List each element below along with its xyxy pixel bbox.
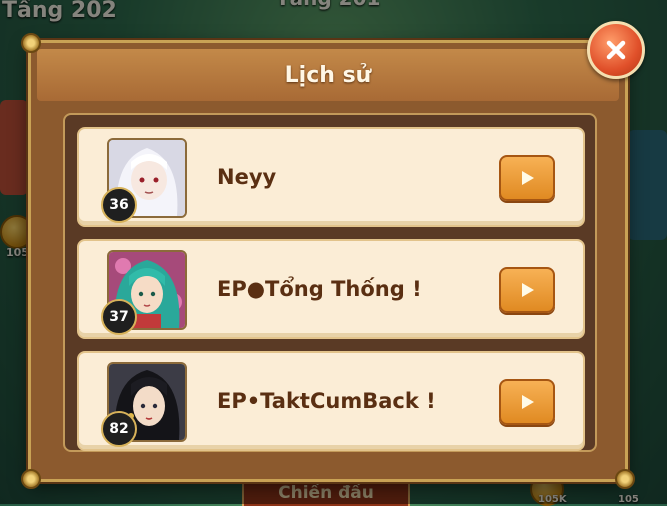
level-badge: 36	[101, 187, 137, 223]
replay-button[interactable]	[499, 267, 555, 313]
close-button[interactable]	[587, 21, 645, 79]
player-name: Neyy	[217, 165, 277, 189]
history-row: 37 EP●Tổng Thống !	[77, 239, 585, 339]
close-x-icon	[606, 40, 626, 60]
corner-ornament-icon	[21, 33, 41, 53]
replay-button[interactable]	[499, 379, 555, 425]
history-row: 36 Neyy	[77, 127, 585, 227]
dialog-header: Lịch sử	[37, 49, 619, 101]
play-triangle-icon	[522, 283, 534, 297]
corner-ornament-icon	[615, 469, 635, 489]
level-badge: 37	[101, 299, 137, 335]
replay-button[interactable]	[499, 155, 555, 201]
history-list: 36 Neyy 37 EP●Tổng Thống ! 82 EP•TaktCum…	[63, 113, 597, 452]
history-row: 82 EP•TaktCumBack !	[77, 351, 585, 451]
corner-ornament-icon	[21, 469, 41, 489]
play-triangle-icon	[522, 171, 534, 185]
play-triangle-icon	[522, 395, 534, 409]
player-name: EP●Tổng Thống !	[217, 277, 422, 301]
player-name: EP•TaktCumBack !	[217, 389, 436, 413]
history-dialog: Lịch sử 36 Neyy 37 EP●Tổng Thống ! 82 EP…	[21, 33, 635, 489]
level-badge: 82	[101, 411, 137, 447]
dialog-title: Lịch sử	[284, 62, 372, 88]
